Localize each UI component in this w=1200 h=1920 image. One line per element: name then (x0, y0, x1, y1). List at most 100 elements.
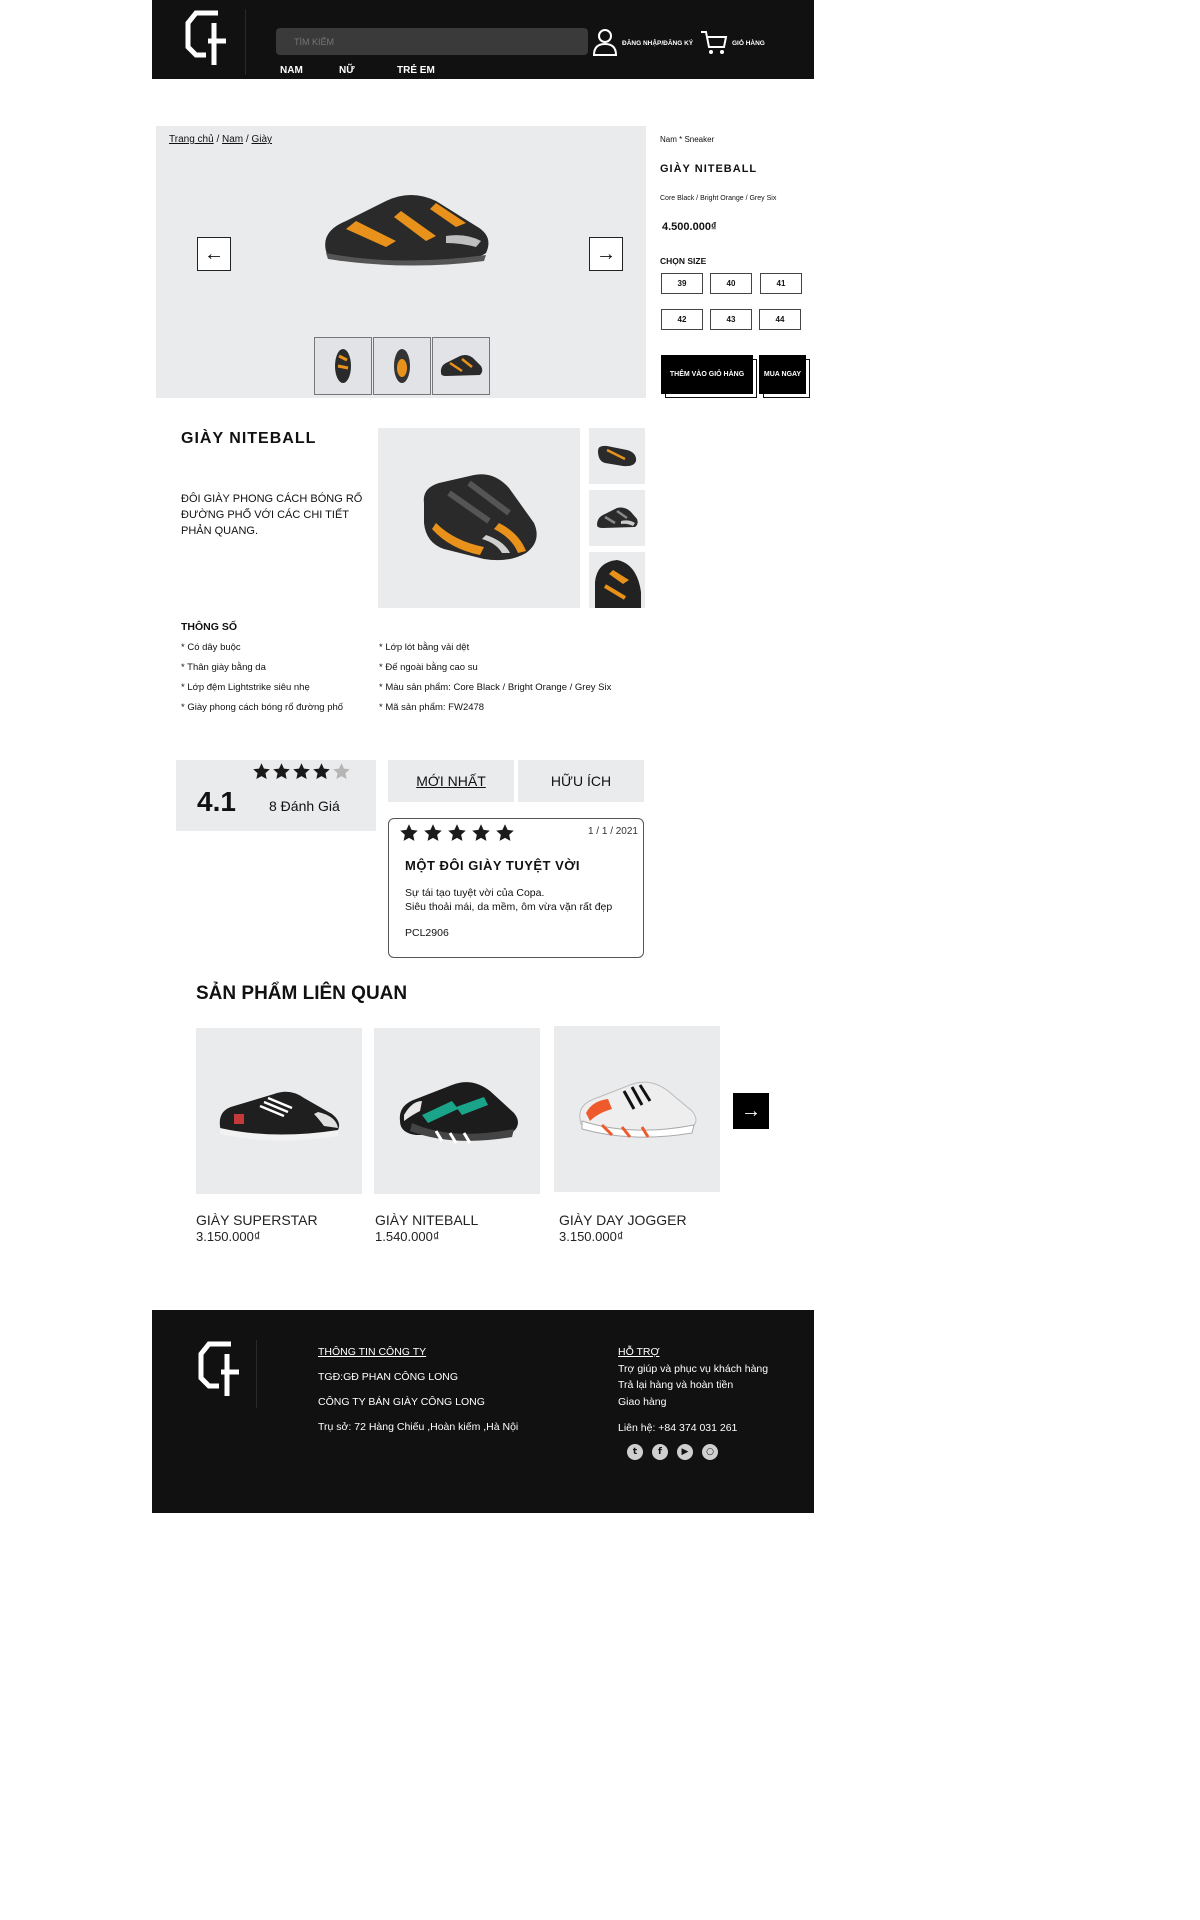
search-input[interactable] (276, 28, 588, 55)
facebook-icon[interactable]: f (652, 1444, 668, 1460)
related-item-price: 3.150.000₫ (559, 1229, 624, 1244)
spec-item: * Lớp lót bằng vải dệt (379, 642, 470, 653)
logo[interactable] (182, 9, 246, 75)
support-link[interactable]: Giao hàng (618, 1396, 666, 1408)
social-links: t f ▶ ○ (627, 1444, 718, 1460)
company-ceo: TGĐ:GĐ PHAN CÔNG LONG (318, 1371, 459, 1383)
description-text: ĐÔI GIÀY PHONG CÁCH BÓNG RỔ ĐƯỜNG PHỐ VỚ… (181, 493, 363, 537)
footer-logo[interactable] (195, 1340, 257, 1408)
review-stars (399, 823, 515, 843)
twitter-icon[interactable]: t (627, 1444, 643, 1460)
review-line-1: Sự tái tạo tuyệt vời của Copa. (405, 887, 545, 899)
specs-title: THÔNG SỐ (181, 621, 238, 633)
size-42-button[interactable]: 42 (661, 309, 703, 330)
description-thumb-1[interactable] (589, 428, 645, 484)
next-image-button[interactable]: → (589, 237, 623, 271)
spec-item: * Có dây buộc (181, 642, 241, 653)
star-filled-icon (400, 824, 418, 841)
description-title: GIÀY NITEBALL (181, 430, 317, 447)
related-item-name[interactable]: GIÀY SUPERSTAR (196, 1212, 318, 1228)
breadcrumb-shoes[interactable]: Giày (251, 134, 272, 145)
star-empty-icon (333, 763, 350, 780)
breadcrumb: Trang chủ / Nam / Giày (169, 134, 272, 145)
prev-image-button[interactable]: ← (197, 237, 231, 271)
star-filled-icon (273, 763, 290, 780)
rating-score: 4.1 (197, 786, 236, 817)
related-item-price: 1.540.000₫ (375, 1229, 440, 1244)
nav-men[interactable]: NAM (280, 65, 303, 76)
size-label: CHỌN SIZE (660, 256, 707, 266)
company-info-heading[interactable]: THÔNG TIN CÔNG TY (318, 1346, 426, 1358)
related-item-name[interactable]: GIÀY DAY JOGGER (559, 1212, 687, 1228)
description-thumb-3[interactable] (589, 552, 645, 608)
youtube-icon[interactable]: ▶ (677, 1444, 693, 1460)
cart-icon (700, 28, 728, 58)
support-link[interactable]: Trả lại hàng và hoàn tiền (618, 1379, 733, 1391)
review-count: 8 Đánh Giá (269, 798, 340, 814)
thumbnail-2[interactable] (373, 337, 431, 395)
breadcrumb-men[interactable]: Nam (222, 134, 243, 145)
star-filled-icon (313, 763, 330, 780)
related-item-name[interactable]: GIÀY NITEBALL (375, 1212, 478, 1228)
star-filled-icon (448, 824, 466, 841)
related-next-button[interactable]: → (733, 1093, 769, 1129)
spec-item: * Thân giày bằng da (181, 662, 266, 673)
product-name: GIÀY NITEBALL (660, 163, 758, 175)
nav-women[interactable]: NỮ (339, 65, 355, 76)
breadcrumb-sep: / (245, 134, 249, 145)
related-item-image[interactable] (554, 1026, 720, 1192)
nav-kids[interactable]: TRẺ EM (397, 65, 435, 76)
size-41-button[interactable]: 41 (760, 273, 802, 294)
star-filled-icon (424, 824, 442, 841)
review-card: 1 / 1 / 2021 MỘT ĐÔI GIÀY TUYỆT VỜI Sự t… (388, 818, 644, 958)
thumbnail-1[interactable] (314, 337, 372, 395)
support-heading[interactable]: HỖ TRỢ (618, 1346, 659, 1358)
site-footer: THÔNG TIN CÔNG TY TGĐ:GĐ PHAN CÔNG LONG … (152, 1310, 814, 1513)
breadcrumb-home[interactable]: Trang chủ (169, 134, 214, 145)
review-line-2: Siêu thoải mái, da mềm, ôm vừa vặn rất đ… (405, 901, 613, 913)
thumbnail-3[interactable] (432, 337, 490, 395)
description-thumb-2[interactable] (589, 490, 645, 546)
specs-left: * Có dây buộc * Thân giày bằng da * Lớp … (181, 638, 371, 718)
star-filled-icon (472, 824, 490, 841)
cart-label: GIỎ HÀNG (732, 39, 765, 47)
spec-item: * Đế ngoài bằng cao su (379, 662, 478, 673)
description-image (378, 428, 580, 608)
size-39-button[interactable]: 39 (661, 273, 703, 294)
login-label: ĐĂNG NHẬP/ĐĂNG KÝ (622, 39, 694, 47)
related-item-price: 3.150.000₫ (196, 1229, 261, 1244)
size-40-button[interactable]: 40 (710, 273, 752, 294)
arrow-left-icon: ← (204, 242, 224, 265)
search-bar[interactable] (276, 28, 588, 55)
support-link[interactable]: Trợ giúp và phục vụ khách hàng (618, 1363, 768, 1375)
related-item-image[interactable] (374, 1028, 540, 1194)
star-filled-icon (293, 763, 310, 780)
spec-item: * Lớp đệm Lightstrike siêu nhẹ (181, 682, 310, 693)
spec-item: * Màu sản phẩm: Core Black / Bright Oran… (379, 682, 612, 693)
site-header: ĐĂNG NHẬP/ĐĂNG KÝ GIỎ HÀNG NAM NỮ TRẺ EM (152, 0, 814, 79)
star-filled-icon (253, 763, 270, 780)
rating-stars (252, 762, 351, 781)
tab-newest[interactable]: MỚI NHẤT (388, 760, 514, 802)
tab-helpful[interactable]: HỮU ÍCH (518, 760, 644, 802)
star-filled-icon (496, 824, 514, 841)
buy-now-button[interactable]: MUA NGAY (759, 355, 806, 394)
size-44-button[interactable]: 44 (759, 309, 801, 330)
product-price: 4.500.000₫ (662, 221, 717, 233)
product-gallery: Trang chủ / Nam / Giày ← → (156, 126, 646, 398)
review-title: MỘT ĐÔI GIÀY TUYỆT VỜI (405, 858, 580, 873)
cart-link[interactable]: GIỎ HÀNG (700, 28, 765, 58)
related-item-image[interactable] (196, 1028, 362, 1194)
size-43-button[interactable]: 43 (710, 309, 752, 330)
related-title: SẢN PHẨM LIÊN QUAN (196, 983, 408, 1004)
login-link[interactable]: ĐĂNG NHẬP/ĐĂNG KÝ (592, 28, 693, 58)
review-date: 1 / 1 / 2021 (587, 826, 638, 837)
user-icon (592, 28, 618, 58)
add-to-cart-button[interactable]: THÊM VÀO GIỎ HÀNG (661, 355, 753, 394)
instagram-icon[interactable]: ○ (702, 1444, 718, 1460)
arrow-right-icon: → (596, 242, 616, 265)
spec-item: * Mã sản phẩm: FW2478 (379, 702, 485, 713)
product-color: Core Black / Bright Orange / Grey Six (660, 195, 777, 202)
contact-phone: Liên hệ: +84 374 031 261 (618, 1422, 738, 1434)
product-category: Nam * Sneaker (660, 135, 715, 144)
